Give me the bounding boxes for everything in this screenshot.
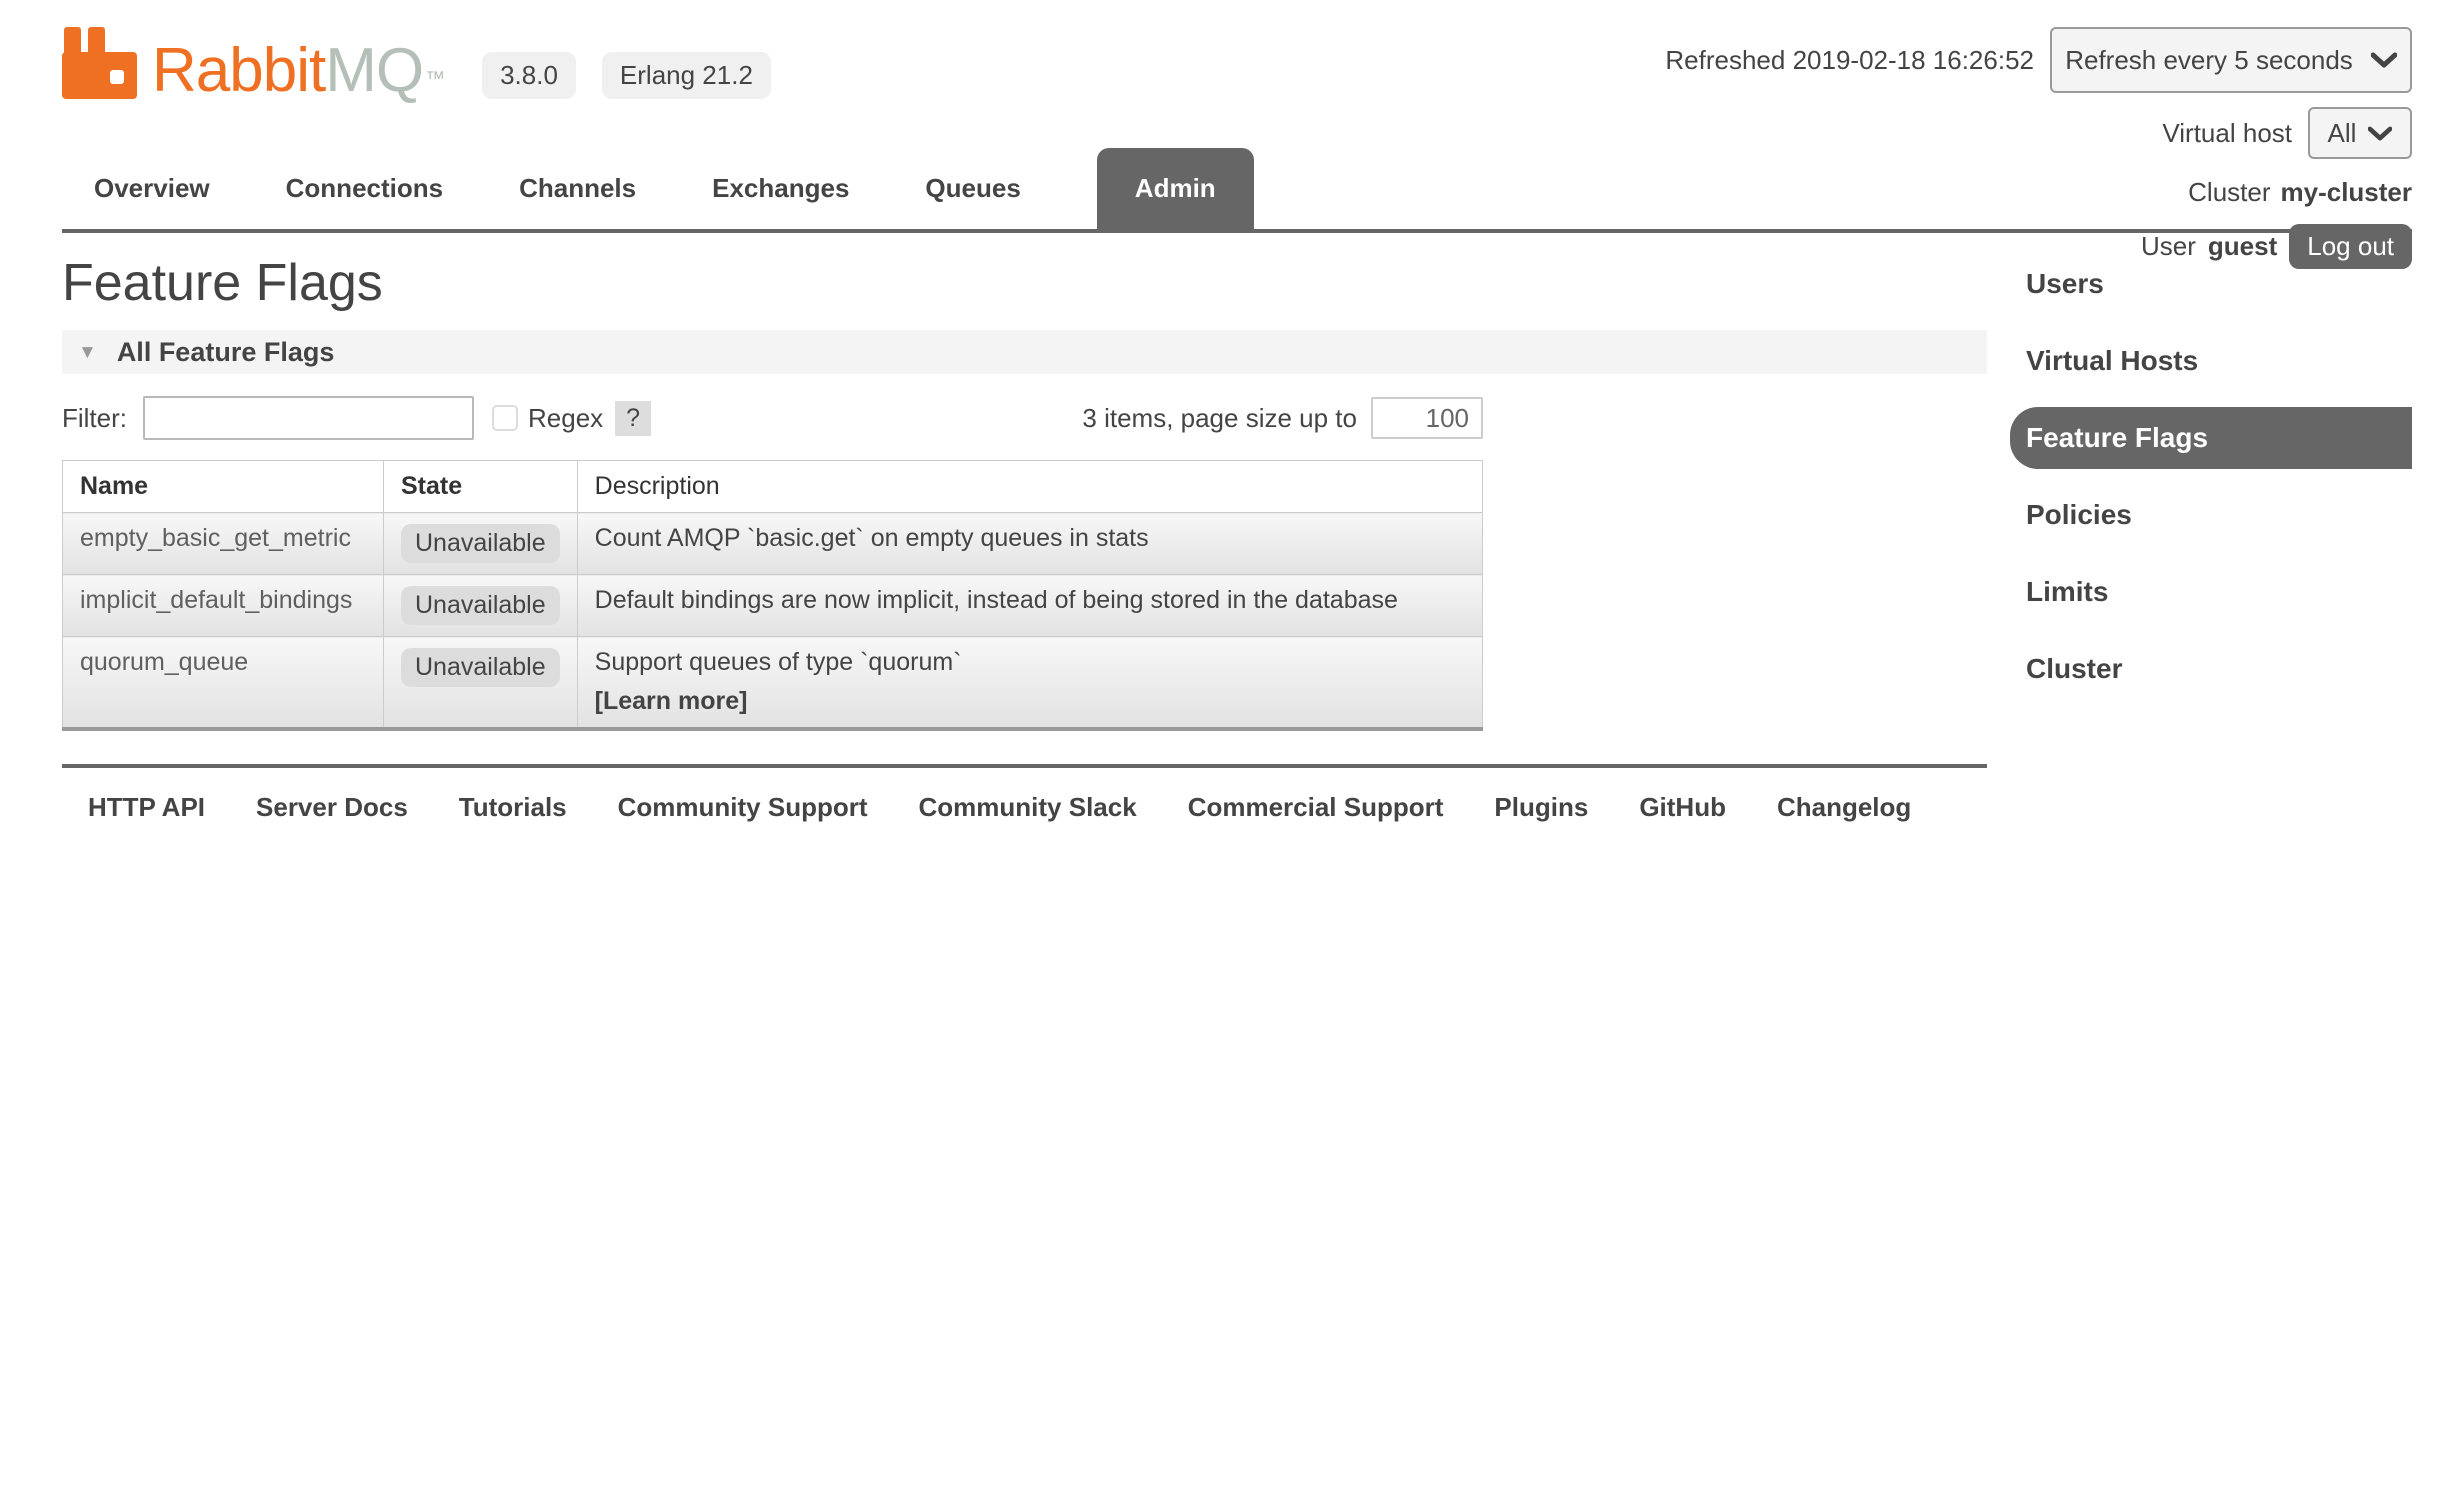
section-title: All Feature Flags bbox=[117, 337, 335, 368]
column-header-description: Description bbox=[577, 461, 1482, 513]
section-header-all-feature-flags[interactable]: ▼ All Feature Flags bbox=[62, 330, 1987, 374]
cluster-label: Cluster bbox=[2188, 177, 2270, 208]
tab-channels[interactable]: Channels bbox=[519, 173, 636, 204]
feature-flag-name: quorum_queue bbox=[63, 637, 384, 730]
footer-link-plugins[interactable]: Plugins bbox=[1494, 792, 1588, 823]
learn-more-link[interactable]: [Learn more] bbox=[595, 687, 1465, 716]
table-row: implicit_default_bindings Unavailable De… bbox=[63, 575, 1483, 637]
erlang-version-badge: Erlang 21.2 bbox=[602, 52, 771, 99]
user-label: User bbox=[2141, 231, 2196, 262]
tab-queues[interactable]: Queues bbox=[925, 173, 1020, 204]
version-badge: 3.8.0 bbox=[482, 52, 576, 99]
filter-input[interactable] bbox=[143, 396, 474, 440]
footer-link-community-support[interactable]: Community Support bbox=[618, 792, 868, 823]
page-size-input[interactable] bbox=[1371, 397, 1483, 439]
tab-exchanges[interactable]: Exchanges bbox=[712, 173, 849, 204]
feature-flag-name: implicit_default_bindings bbox=[63, 575, 384, 637]
footer-link-commercial-support[interactable]: Commercial Support bbox=[1188, 792, 1444, 823]
feature-flags-table: Name State Description empty_basic_get_m… bbox=[62, 460, 1483, 731]
column-header-state: State bbox=[384, 461, 578, 513]
table-row: quorum_queue Unavailable Support queues … bbox=[63, 637, 1483, 730]
logout-button[interactable]: Log out bbox=[2289, 224, 2412, 269]
column-header-name: Name bbox=[63, 461, 384, 513]
feature-flag-description: Support queues of type `quorum` bbox=[595, 648, 1465, 677]
table-header-row: Name State Description bbox=[63, 461, 1483, 513]
footer-link-changelog[interactable]: Changelog bbox=[1777, 792, 1911, 823]
refreshed-timestamp: Refreshed 2019-02-18 16:26:52 bbox=[1665, 45, 2034, 76]
refresh-interval-select[interactable]: Refresh every 5 seconds bbox=[2050, 27, 2412, 93]
sidebar-item-cluster[interactable]: Cluster bbox=[2010, 638, 2412, 700]
feature-flag-description: Default bindings are now implicit, inste… bbox=[577, 575, 1482, 637]
cluster-name: my-cluster bbox=[2281, 177, 2413, 208]
regex-checkbox[interactable] bbox=[492, 405, 518, 431]
rabbit-icon bbox=[62, 27, 142, 101]
main-content: Feature Flags ▼ All Feature Flags Filter… bbox=[62, 233, 1987, 823]
chevron-down-icon bbox=[2371, 52, 2397, 68]
footer-link-tutorials[interactable]: Tutorials bbox=[459, 792, 567, 823]
chevron-down-icon bbox=[2368, 126, 2392, 141]
sidebar-item-virtual-hosts[interactable]: Virtual Hosts bbox=[2010, 330, 2412, 392]
header-status-area: Refreshed 2019-02-18 16:26:52 Refresh ev… bbox=[1665, 27, 2412, 269]
footer: HTTP API Server Docs Tutorials Community… bbox=[62, 764, 1987, 823]
table-row: empty_basic_get_metric Unavailable Count… bbox=[63, 513, 1483, 575]
virtual-host-select[interactable]: All bbox=[2308, 107, 2412, 159]
feature-flag-description: Count AMQP `basic.get` on empty queues i… bbox=[577, 513, 1482, 575]
footer-link-server-docs[interactable]: Server Docs bbox=[256, 792, 408, 823]
tab-overview[interactable]: Overview bbox=[94, 173, 210, 204]
tab-admin[interactable]: Admin bbox=[1097, 148, 1254, 229]
regex-label: Regex bbox=[528, 403, 603, 434]
sidebar-item-feature-flags[interactable]: Feature Flags bbox=[2010, 407, 2412, 469]
sidebar-item-policies[interactable]: Policies bbox=[2010, 484, 2412, 546]
admin-sidebar: Users Virtual Hosts Feature Flags Polici… bbox=[2010, 233, 2412, 715]
footer-link-github[interactable]: GitHub bbox=[1639, 792, 1726, 823]
virtual-host-label: Virtual host bbox=[2162, 118, 2292, 149]
collapse-triangle-icon: ▼ bbox=[78, 343, 97, 362]
rabbitmq-logo[interactable]: RabbitMQ™ bbox=[62, 27, 444, 101]
items-count-text: 3 items, page size up to bbox=[1082, 403, 1357, 434]
state-badge: Unavailable bbox=[401, 648, 560, 687]
feature-flag-name: empty_basic_get_metric bbox=[63, 513, 384, 575]
filter-row: Filter: Regex ? 3 items, page size up to bbox=[62, 396, 1483, 440]
footer-link-community-slack[interactable]: Community Slack bbox=[919, 792, 1137, 823]
brand-text: RabbitMQ™ bbox=[152, 42, 444, 101]
state-badge: Unavailable bbox=[401, 524, 560, 563]
help-icon[interactable]: ? bbox=[615, 401, 651, 436]
rabbitmq-admin-page: RabbitMQ™ 3.8.0 Erlang 21.2 Refreshed 20… bbox=[0, 0, 2458, 823]
header: RabbitMQ™ 3.8.0 Erlang 21.2 Refreshed 20… bbox=[62, 0, 2412, 140]
tab-connections[interactable]: Connections bbox=[286, 173, 443, 204]
filter-label: Filter: bbox=[62, 403, 127, 434]
sidebar-item-limits[interactable]: Limits bbox=[2010, 561, 2412, 623]
user-name: guest bbox=[2208, 231, 2277, 262]
footer-link-http-api[interactable]: HTTP API bbox=[88, 792, 205, 823]
state-badge: Unavailable bbox=[401, 586, 560, 625]
